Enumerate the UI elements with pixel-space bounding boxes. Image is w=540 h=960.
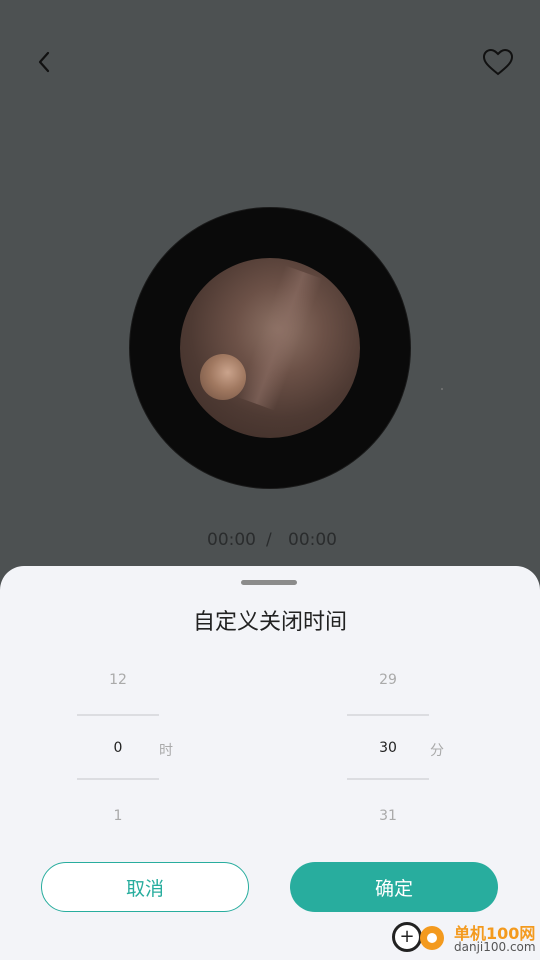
hour-unit-label: 时 <box>159 743 173 759</box>
cancel-button[interactable]: 取消 <box>41 862 249 912</box>
back-icon <box>38 51 50 73</box>
timer-bottom-sheet: 自定义关闭时间 12 0 1 时 29 30 31 分 取消 确定 <box>0 566 540 960</box>
minute-unit-label: 分 <box>430 743 444 759</box>
sheet-title: 自定义关闭时间 <box>192 610 347 635</box>
minute-option-next[interactable]: 31 <box>347 808 429 824</box>
hour-divider-top <box>77 714 159 716</box>
minute-option-prev[interactable]: 29 <box>347 672 429 688</box>
album-art <box>180 258 360 438</box>
hour-divider-bottom <box>77 778 159 780</box>
decor-dot <box>441 388 443 390</box>
confirm-button[interactable]: 确定 <box>290 862 498 912</box>
time-separator: / <box>266 530 272 550</box>
watermark-url: danji100.com <box>454 940 536 954</box>
album-disc <box>130 208 410 488</box>
heart-icon <box>482 48 514 76</box>
minute-selected[interactable]: 30 <box>347 740 429 756</box>
back-button[interactable] <box>26 44 62 80</box>
hour-selected[interactable]: 0 <box>77 740 159 756</box>
minute-divider-top <box>347 714 429 716</box>
hour-option-prev[interactable]: 12 <box>77 672 159 688</box>
total-time: 00:00 <box>288 530 337 550</box>
favorite-button[interactable] <box>478 44 518 80</box>
orange-ring-icon <box>420 926 444 950</box>
plus-circle-icon: + <box>392 922 422 952</box>
watermark-logo: + 单机100网 danji100.com <box>388 912 538 958</box>
sheet-drag-handle[interactable] <box>241 580 297 585</box>
current-time: 00:00 <box>207 530 256 550</box>
hour-option-next[interactable]: 1 <box>77 808 159 824</box>
minute-divider-bottom <box>347 778 429 780</box>
